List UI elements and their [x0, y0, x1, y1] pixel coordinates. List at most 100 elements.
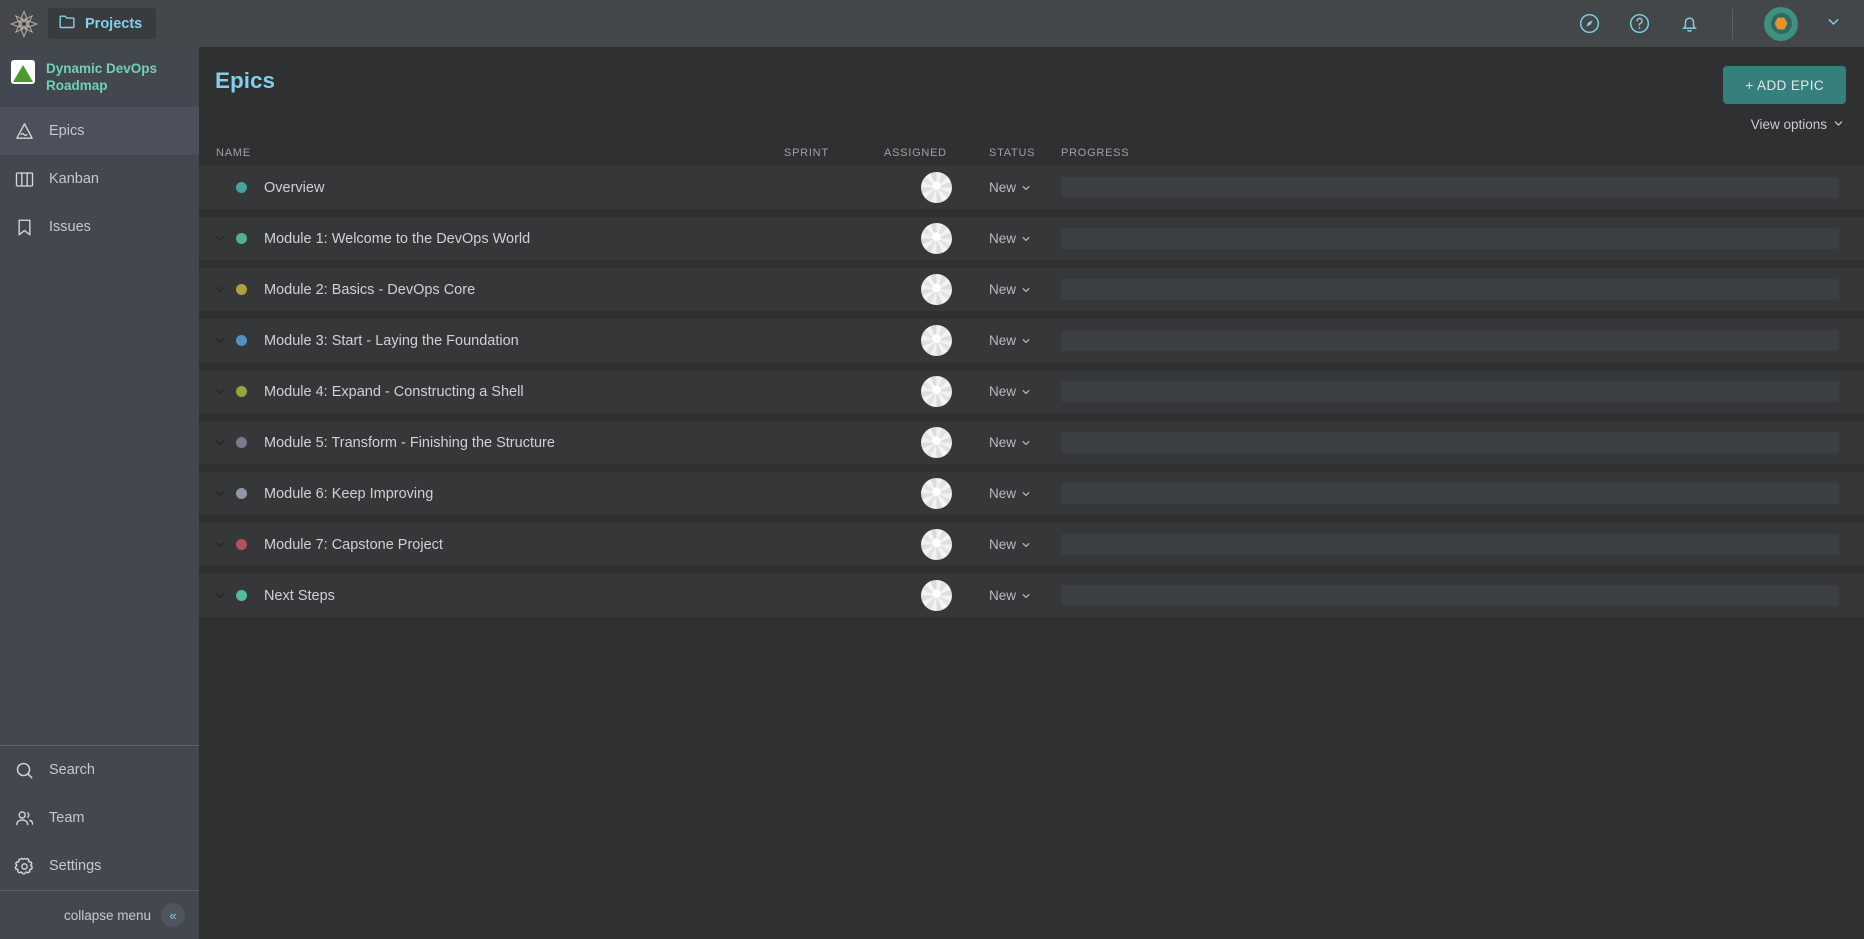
- progress-cell[interactable]: [1061, 279, 1864, 300]
- sidebar-item-epics[interactable]: Epics: [0, 107, 199, 155]
- table-row[interactable]: Module 3: Start - Laying the Foundation N…: [199, 319, 1864, 362]
- epic-name-label: Module 2: Basics - DevOps Core: [264, 281, 476, 298]
- projects-label: Projects: [85, 15, 143, 32]
- avatar-placeholder[interactable]: [921, 376, 952, 407]
- sidebar-item-settings[interactable]: Settings: [0, 842, 199, 890]
- status-cell[interactable]: New: [989, 282, 1061, 297]
- projects-button[interactable]: Projects: [48, 8, 157, 39]
- assigned-cell[interactable]: [884, 478, 989, 509]
- avatar-placeholder[interactable]: [921, 580, 952, 611]
- chevron-down-icon: [1021, 438, 1031, 448]
- epic-name-label: Module 3: Start - Laying the Foundation: [264, 332, 519, 349]
- epic-name-cell[interactable]: Module 4: Expand - Constructing a Shell: [199, 384, 784, 400]
- avatar-placeholder[interactable]: [921, 478, 952, 509]
- avatar-placeholder[interactable]: [921, 172, 952, 203]
- expand-toggle[interactable]: [208, 487, 230, 500]
- gear-icon: [13, 856, 35, 877]
- expand-toggle[interactable]: [208, 385, 230, 398]
- epic-name-cell[interactable]: Module 1: Welcome to the DevOps World: [199, 231, 784, 247]
- table-row[interactable]: Module 6: Keep Improving New: [199, 472, 1864, 515]
- project-title: Dynamic DevOps Roadmap: [46, 61, 158, 93]
- star-mandala-logo[interactable]: [0, 9, 48, 39]
- expand-toggle[interactable]: [208, 232, 230, 245]
- assigned-cell[interactable]: [884, 274, 989, 305]
- assigned-cell[interactable]: [884, 529, 989, 560]
- epic-name-cell[interactable]: Module 6: Keep Improving: [199, 486, 784, 502]
- avatar[interactable]: [1764, 6, 1798, 41]
- status-cell[interactable]: New: [989, 180, 1061, 195]
- table-row[interactable]: Module 4: Expand - Constructing a Shell N…: [199, 370, 1864, 413]
- avatar-placeholder[interactable]: [921, 223, 952, 254]
- epic-name-cell[interactable]: Module 3: Start - Laying the Foundation: [199, 333, 784, 349]
- epic-name-cell[interactable]: Module 5: Transform - Finishing the Stru…: [199, 435, 784, 451]
- status-cell[interactable]: New: [989, 384, 1061, 399]
- progress-bar: [1061, 483, 1839, 504]
- collapse-menu-row[interactable]: collapse menu «: [0, 891, 199, 939]
- add-epic-button[interactable]: + ADD EPIC: [1723, 66, 1846, 104]
- table-row[interactable]: Module 5: Transform - Finishing the Stru…: [199, 421, 1864, 464]
- status-label: New: [989, 333, 1017, 348]
- epic-name-cell[interactable]: Module 2: Basics - DevOps Core: [199, 282, 784, 298]
- project-header[interactable]: Dynamic DevOps Roadmap: [0, 47, 199, 107]
- epic-color-dot: [236, 539, 247, 550]
- chevron-down-icon[interactable]: [1825, 13, 1842, 35]
- expand-toggle[interactable]: [208, 589, 230, 602]
- double-chevron-left-icon[interactable]: «: [161, 903, 185, 927]
- status-cell[interactable]: New: [989, 588, 1061, 603]
- question-circle-icon[interactable]: [1628, 12, 1651, 35]
- sidebar-item-team[interactable]: Team: [0, 794, 199, 842]
- progress-cell[interactable]: [1061, 534, 1864, 555]
- sidebar-item-issues[interactable]: Issues: [0, 203, 199, 251]
- sidebar-item-label: Kanban: [49, 171, 99, 187]
- progress-cell[interactable]: [1061, 381, 1864, 402]
- view-options-button[interactable]: View options: [1751, 117, 1844, 132]
- progress-cell[interactable]: [1061, 483, 1864, 504]
- progress-bar: [1061, 432, 1839, 453]
- table-row[interactable]: Module 2: Basics - DevOps Core New: [199, 268, 1864, 311]
- epic-color-dot: [236, 335, 247, 346]
- expand-toggle[interactable]: [208, 283, 230, 296]
- avatar-placeholder[interactable]: [921, 325, 952, 356]
- expand-toggle[interactable]: [208, 538, 230, 551]
- avatar-placeholder[interactable]: [921, 529, 952, 560]
- assigned-cell[interactable]: [884, 376, 989, 407]
- status-cell[interactable]: New: [989, 486, 1061, 501]
- epic-name-cell[interactable]: Next Steps: [199, 588, 784, 604]
- progress-bar: [1061, 381, 1839, 402]
- sidebar-item-kanban[interactable]: Kanban: [0, 155, 199, 203]
- table-row[interactable]: Module 1: Welcome to the DevOps World New: [199, 217, 1864, 260]
- user-avatar-hexagon: [1774, 17, 1788, 30]
- status-cell[interactable]: New: [989, 333, 1061, 348]
- assigned-cell[interactable]: [884, 223, 989, 254]
- avatar-placeholder[interactable]: [921, 274, 952, 305]
- bell-icon[interactable]: [1678, 12, 1701, 35]
- expand-toggle[interactable]: [208, 334, 230, 347]
- status-cell[interactable]: New: [989, 231, 1061, 246]
- status-label: New: [989, 435, 1017, 450]
- epic-name-label: Overview: [264, 179, 325, 196]
- chevron-down-icon: [1021, 285, 1031, 295]
- table-row[interactable]: Module 7: Capstone Project New: [199, 523, 1864, 566]
- collapse-menu-label: collapse menu: [63, 907, 151, 923]
- avatar-placeholder[interactable]: [921, 427, 952, 458]
- column-header-progress: PROGRESS: [1061, 147, 1130, 159]
- assigned-cell[interactable]: [884, 580, 989, 611]
- status-label: New: [989, 180, 1017, 195]
- sidebar-item-search[interactable]: Search: [0, 746, 199, 794]
- status-cell[interactable]: New: [989, 537, 1061, 552]
- epic-name-cell[interactable]: Module 7: Capstone Project: [199, 537, 784, 553]
- epic-name-cell[interactable]: Overview: [199, 180, 784, 196]
- progress-cell[interactable]: [1061, 585, 1864, 606]
- compass-icon[interactable]: [1578, 12, 1601, 35]
- assigned-cell[interactable]: [884, 325, 989, 356]
- status-cell[interactable]: New: [989, 435, 1061, 450]
- progress-cell[interactable]: [1061, 228, 1864, 249]
- table-row[interactable]: Overview New: [199, 166, 1864, 209]
- progress-cell[interactable]: [1061, 330, 1864, 351]
- table-row[interactable]: Next Steps New: [199, 574, 1864, 617]
- assigned-cell[interactable]: [884, 172, 989, 203]
- assigned-cell[interactable]: [884, 427, 989, 458]
- progress-cell[interactable]: [1061, 177, 1864, 198]
- expand-toggle[interactable]: [208, 436, 230, 449]
- progress-cell[interactable]: [1061, 432, 1864, 453]
